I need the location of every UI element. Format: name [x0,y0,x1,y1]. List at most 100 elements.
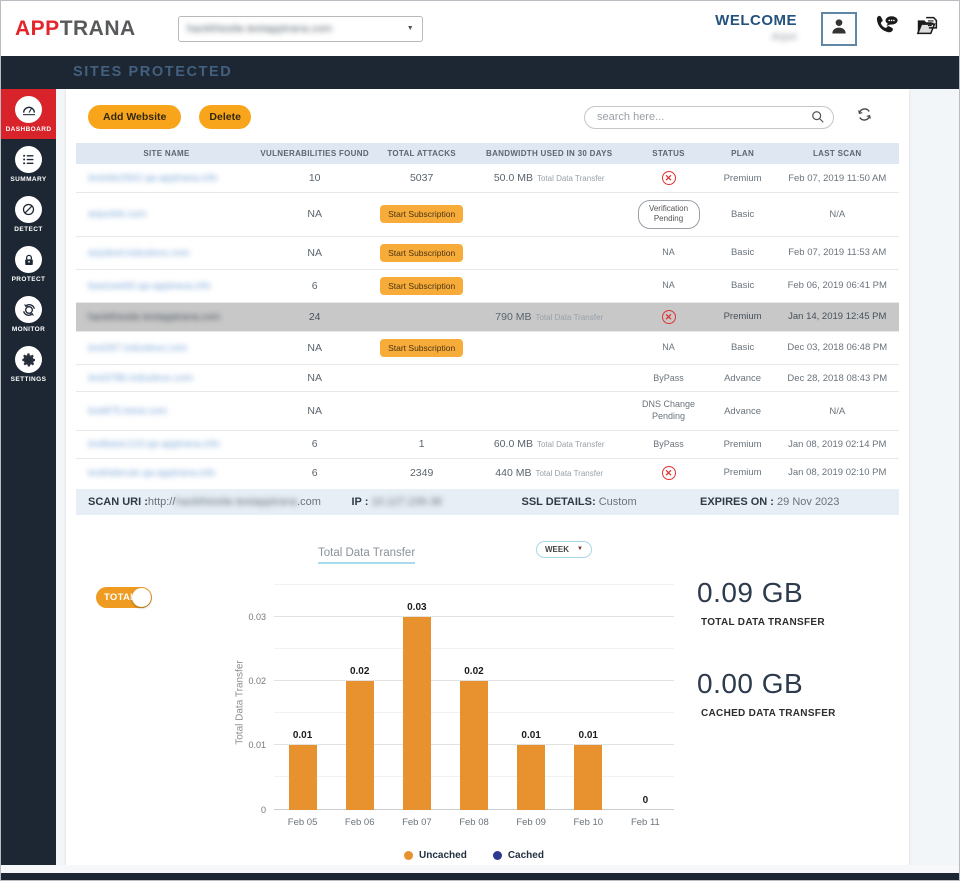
total-toggle[interactable]: TOTAL [96,586,152,608]
monitor-icon [15,296,42,323]
legend-item-uncached[interactable]: Uncached [404,850,467,861]
dashboard-icon [15,96,42,123]
page-title-band: SITES PROTECTED [1,56,959,89]
legend-label: Cached [507,849,544,861]
folder-document-icon [915,14,941,43]
ip-value: 10.127.239.38 [371,495,442,508]
refresh-icon[interactable] [856,106,873,128]
start-subscription-button[interactable]: Start Subscription [380,338,464,357]
start-subscription-button[interactable]: Start Subscription [380,276,464,295]
delete-button[interactable]: Delete [199,105,251,129]
site-name-link[interactable]: anjuclek.com [88,209,146,220]
bandwidth-value: 790 MB [495,310,532,323]
sidebar-item-protect[interactable]: PROTECT [1,239,56,289]
table-row[interactable]: test297.induslexo.com NA Start Subscriptio… [76,330,899,365]
table-row[interactable]: anjuked.induslexo.com NA Start Subscriptio… [76,235,899,270]
table-row[interactable]: test3786.induslexo.com NA ByPass Advance Dec… [76,363,899,392]
last-scan-value: Dec 03, 2018 06:48 PM [775,330,899,365]
search-icon[interactable] [811,110,825,129]
expires-label: EXPIRES ON : [700,495,774,508]
welcome-label: WELCOME [715,12,797,30]
support-button[interactable] [873,14,899,43]
chevron-down-icon: ▼ [577,546,583,553]
site-name-link[interactable]: hackthissite.testapptrana.com [88,312,220,323]
stat-label: TOTAL DATA TRANSFER [701,616,825,628]
sidebar-item-dashboard[interactable]: DASHBOARD [1,89,56,139]
site-name-link[interactable]: testsite2942.qa-apptrana.info [88,173,218,184]
site-name-link[interactable]: testhiderule.qa-apptrana.info [88,468,215,479]
bar-slot: 0.01 [503,585,560,810]
toolbar: Add Website Delete [76,105,899,129]
site-name-link[interactable]: testbasic123.qa-apptrana.info [88,439,220,450]
reports-button[interactable] [915,14,941,43]
x-axis-labels: Feb 05 Feb 06 Feb 07 Feb 08 Feb 09 Feb 10 Feb … [274,817,674,828]
search-input[interactable] [584,105,834,129]
uncached-bar[interactable] [574,745,603,810]
site-name-link[interactable]: basicweb5.qa-apptrana.info [88,281,211,292]
site-name-link[interactable]: anjuked.induslexo.com [88,248,190,259]
total-attacks-count [372,301,472,332]
start-subscription-button[interactable]: Start Subscription [380,243,464,262]
last-scan-value: Jan 14, 2019 12:45 PM [775,301,899,332]
period-select[interactable]: WEEK ▼ [536,540,592,558]
sites-table-header: SITE NAME VULNERABILITIES FOUND TOTAL ATTA… [76,143,899,164]
vulnerabilities-count: NA [257,235,373,270]
add-website-button[interactable]: Add Website [88,105,182,129]
uncached-bar[interactable] [402,616,431,810]
x-tick-label: Feb 11 [630,816,660,828]
site-name-link[interactable]: test875.triest.com [88,406,167,417]
bar-value-label: 0.03 [407,601,427,613]
table-row[interactable]: anjuclek.com NA Start Subscription Verifica… [76,192,899,237]
column-header: BANDWIDTH USED IN 30 DAYS [471,143,628,164]
plan-value: Basic [709,192,776,237]
expires-value: 29 Nov 2023 [777,495,840,508]
scan-uri-suffix: .com [297,495,321,508]
uncached-bar[interactable] [288,745,317,810]
column-header: TOTAL ATTACKS [372,143,472,164]
ssl-value: Custom [598,495,637,508]
top-icons [821,11,941,46]
table-row[interactable]: hackthissite.testapptrana.com 24 790 MB Tot… [76,301,899,332]
bar-value-label: 0.01 [521,730,541,742]
status-text: NA [662,247,675,258]
site-name-link[interactable]: test297.induslexo.com [88,343,188,354]
status-text: NA [662,342,675,353]
plan-value: Premium [723,172,762,184]
vulnerabilities-count: 10 [308,172,321,184]
sidebar-item-label: SETTINGS [10,376,47,383]
bar-slot: 0.02 [445,585,502,810]
plan-value: Basic [709,330,776,365]
uncached-bar[interactable] [517,745,546,810]
settings-gear-icon [15,346,42,373]
table-row[interactable]: testbasic123.qa-apptrana.info 6 1 60.0 MB To… [76,429,899,459]
bar-slot: 0.03 [388,585,445,810]
legend-item-cached[interactable]: Cached [492,849,544,861]
sidebar-item-monitor[interactable]: MONITOR [1,289,56,339]
chart-tab-total-data-transfer[interactable]: Total Data Transfer [318,547,416,564]
sidebar-item-settings[interactable]: SETTINGS [1,339,56,389]
table-row[interactable]: testsite2942.qa-apptrana.info 10 5037 50.0 … [76,164,899,193]
total-attacks-count [372,391,472,431]
table-row[interactable]: basicweb5.qa-apptrana.info 6 Start Subscri… [76,268,899,303]
page-title: SITES PROTECTED [73,64,233,80]
site-name-link[interactable]: test3786.induslexo.com [88,373,193,384]
period-value: WEEK [545,544,569,554]
uncached-bar[interactable] [459,680,488,810]
total-attacks-count: 2349 [372,457,472,487]
scan-uri: SCAN URI :http://hackthissite.testapptra… [88,496,352,508]
last-scan-value: Feb 07, 2019 11:53 AM [775,235,899,270]
sidebar-item-detect[interactable]: DETECT [1,189,56,239]
start-subscription-button[interactable]: Start Subscription [380,205,464,224]
blocked-status-icon: ✕ [661,309,676,324]
scan-uri-prefix: http:// [147,495,176,508]
y-tick-label: 0.03 [248,611,266,622]
vulnerabilities-count: NA [257,330,373,365]
table-row[interactable]: testhiderule.qa-apptrana.info 6 2349 440 MB… [76,457,899,487]
site-selector-dropdown[interactable]: hackthissite.testapptrana.com ▼ [177,15,423,42]
bandwidth-value: 50.0 MB [493,172,533,184]
sidebar-item-summary[interactable]: SUMMARY [1,139,56,189]
profile-button[interactable] [821,11,857,46]
table-row[interactable]: test875.triest.com NA DNS Change Pending Ad… [76,391,899,431]
uncached-bar[interactable] [345,680,374,810]
column-header: SITE NAME [76,143,258,164]
